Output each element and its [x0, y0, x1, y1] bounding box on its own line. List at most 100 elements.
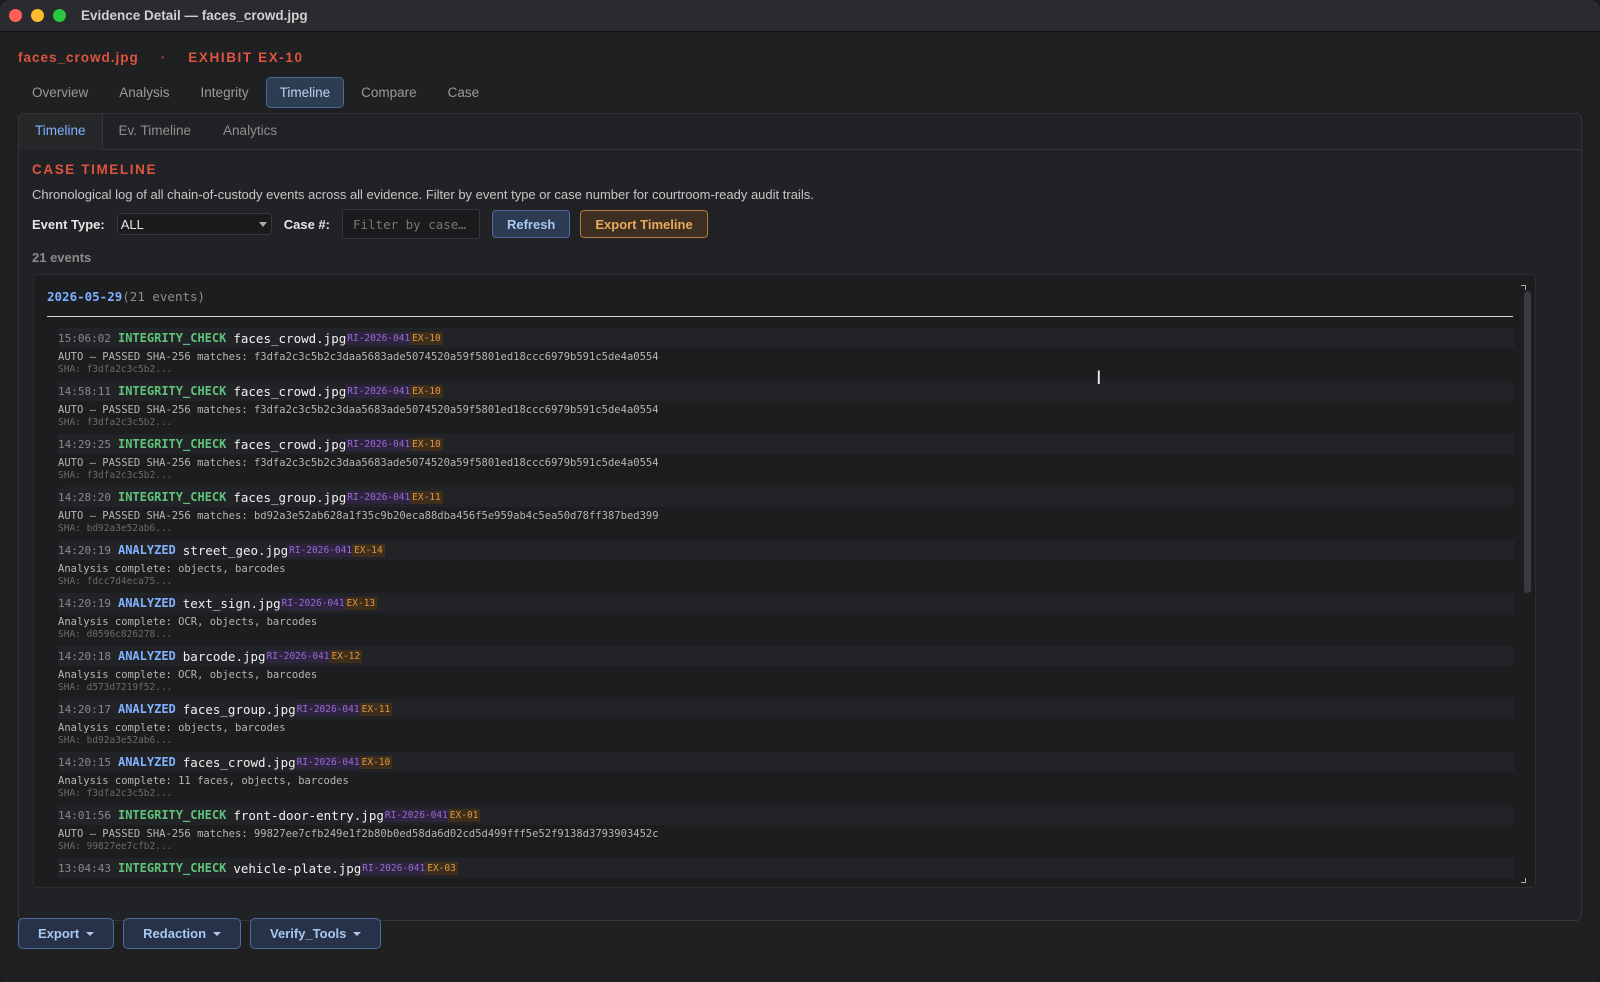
event-time: 14:01:56: [58, 808, 111, 822]
event-filename[interactable]: faces_crowd.jpg: [233, 437, 346, 452]
event-type: ANALYZED: [117, 649, 176, 663]
event-filename[interactable]: text_sign.jpg: [183, 596, 281, 611]
exhibit-badge: EX-12: [329, 649, 363, 663]
tab-analysis[interactable]: Analysis: [105, 77, 183, 108]
event-sha: SHA: fdcc7d4eca75...: [58, 576, 173, 587]
log-scrollbar[interactable]: [1524, 287, 1531, 877]
list-item[interactable]: 14:20:18 ANALYZED barcode.jpg RI-2026-041 EX…: [58, 646, 1514, 699]
exhibit-badge: EX-01: [447, 808, 481, 822]
event-sha: SHA: f3dfa2c3c5b2...: [58, 470, 173, 481]
event-detail: AUTO — PASSED SHA-256 matches: f3dfa2c3c…: [58, 351, 659, 363]
event-header: 14:58:11 INTEGRITY_CHECK faces_crowd.jpg RI…: [58, 381, 1514, 401]
list-item[interactable]: 14:01:56 INTEGRITY_CHECK front-door-entry.…: [58, 805, 1514, 858]
event-filename[interactable]: barcode.jpg: [183, 649, 266, 664]
subtab-analytics[interactable]: Analytics: [207, 114, 293, 150]
list-item[interactable]: 14:28:20 INTEGRITY_CHECK faces_group.jpg RI…: [58, 487, 1514, 540]
case-number-badge: RI-2026-041: [288, 543, 353, 557]
tab-integrity[interactable]: Integrity: [187, 77, 263, 108]
list-item[interactable]: 14:29:25 INTEGRITY_CHECK faces_crowd.jpg RI…: [58, 434, 1514, 487]
list-item[interactable]: 14:20:19 ANALYZED street_geo.jpg RI-2026-04…: [58, 540, 1514, 593]
timeline-panel: Timeline Ev. Timeline Analytics CASE TIMEL…: [18, 113, 1582, 921]
tab-timeline[interactable]: Timeline: [265, 77, 345, 108]
timeline-log[interactable]: 2026-05-29(21 events) 15:06:02 INTEGRITY_…: [33, 274, 1536, 888]
event-time: 14:58:11: [58, 384, 111, 398]
event-filename[interactable]: faces_group.jpg: [233, 490, 346, 505]
verify-tools-menu-label: Verify_Tools: [270, 926, 347, 941]
event-detail: Analysis complete: OCR, objects, barcode…: [58, 669, 318, 681]
list-item[interactable]: 14:20:15 ANALYZED faces_crowd.jpg RI-2026-0…: [58, 752, 1514, 805]
event-time: 14:20:19: [58, 596, 111, 610]
list-item[interactable]: 13:04:43 INTEGRITY_CHECK vehicle-plate.jpg…: [58, 858, 1514, 887]
event-detail: Analysis complete: 11 faces, objects, ba…: [58, 775, 349, 787]
minimize-window-button[interactable]: [31, 9, 44, 22]
event-detail: AUTO — PASSED SHA-256 matches: f3dfa2c3c…: [58, 457, 659, 469]
event-filename[interactable]: street_geo.jpg: [183, 543, 288, 558]
event-type: ANALYZED: [117, 702, 176, 716]
main-tabs: Overview Analysis Integrity Timeline Compare…: [18, 77, 496, 108]
event-sha: SHA: f3dfa2c3c5b2...: [58, 788, 173, 799]
event-filename[interactable]: faces_crowd.jpg: [233, 384, 346, 399]
case-filter-input[interactable]: Filter by case…: [341, 209, 480, 239]
event-time: 15:06:02: [58, 331, 111, 345]
event-filename[interactable]: faces_group.jpg: [183, 702, 296, 717]
event-type: INTEGRITY_CHECK: [117, 437, 227, 451]
event-time: 14:28:20: [58, 490, 111, 504]
case-number-label: Case #:: [283, 216, 330, 232]
event-sha: SHA: d573d7219f52...: [58, 682, 173, 693]
event-header: 14:29:25 INTEGRITY_CHECK faces_crowd.jpg RI…: [58, 434, 1514, 454]
event-detail: Analysis complete: objects, barcodes: [58, 563, 286, 575]
list-item[interactable]: 15:06:02 INTEGRITY_CHECK faces_crowd.jpg RI…: [58, 328, 1514, 381]
event-count: 21 events: [32, 250, 92, 265]
filter-bar: Event Type: ALL Case #: Filter by case… …: [32, 209, 718, 239]
day-date: 2026-05-29: [47, 289, 123, 304]
case-filter-placeholder: Filter by case…: [352, 217, 466, 232]
event-detail: Analysis complete: OCR, objects, barcode…: [58, 616, 318, 628]
close-window-button[interactable]: [9, 9, 22, 22]
exhibit-badge: EX-10: [410, 331, 443, 345]
refresh-button[interactable]: Refresh: [491, 210, 571, 238]
exhibit-badge: EX-11: [359, 702, 393, 716]
event-filename[interactable]: vehicle-plate.jpg: [233, 861, 361, 876]
exhibit-badge: EX-10: [410, 437, 443, 451]
export-timeline-button[interactable]: Export Timeline: [580, 210, 708, 238]
event-type: ANALYZED: [117, 596, 176, 610]
event-filename[interactable]: front-door-entry.jpg: [233, 808, 384, 823]
event-header: 14:28:20 INTEGRITY_CHECK faces_group.jpg RI…: [58, 487, 1514, 507]
redaction-menu-label: Redaction: [143, 926, 207, 941]
exhibit-badge: EX-10: [359, 755, 393, 769]
case-number-badge: RI-2026-041: [346, 331, 411, 345]
event-filename[interactable]: faces_crowd.jpg: [183, 755, 296, 770]
event-detail: AUTO — PASSED SHA-256 matches: 99827ee7c…: [58, 828, 659, 840]
event-header: 14:20:18 ANALYZED barcode.jpg RI-2026-041 EX…: [58, 646, 1514, 666]
bottom-toolbar: Export Redaction Verify_Tools: [18, 918, 382, 949]
event-header: 14:01:56 INTEGRITY_CHECK front-door-entry.…: [58, 805, 1514, 825]
section-title: CASE TIMELINE: [32, 162, 158, 177]
exhibit-badge: EX-14: [352, 543, 385, 557]
event-header: 14:20:19 ANALYZED text_sign.jpg RI-2026-041…: [58, 593, 1514, 613]
tab-compare[interactable]: Compare: [347, 77, 431, 108]
event-filename[interactable]: faces_crowd.jpg: [233, 331, 346, 346]
list-item[interactable]: 14:20:17 ANALYZED faces_group.jpg RI-2026-0…: [58, 699, 1514, 752]
chevron-down-icon: [258, 222, 267, 227]
verify-tools-menu-button[interactable]: Verify_Tools: [250, 918, 382, 949]
zoom-window-button[interactable]: [53, 9, 66, 22]
event-header: 14:20:17 ANALYZED faces_group.jpg RI-2026-0…: [58, 699, 1514, 719]
case-number-badge: RI-2026-041: [295, 755, 360, 769]
subtab-timeline[interactable]: Timeline: [19, 114, 103, 150]
list-item[interactable]: 14:20:19 ANALYZED text_sign.jpg RI-2026-041…: [58, 593, 1514, 646]
subtab-ev-timeline[interactable]: Ev. Timeline: [103, 114, 208, 150]
export-menu-button[interactable]: Export: [18, 918, 115, 949]
scrollbar-thumb[interactable]: [1524, 291, 1531, 593]
resize-corner-top-icon: [1521, 285, 1526, 290]
event-time: 14:20:15: [58, 755, 111, 769]
tab-case[interactable]: Case: [434, 77, 494, 108]
redaction-menu-button[interactable]: Redaction: [123, 918, 242, 949]
event-type: INTEGRITY_CHECK: [117, 384, 227, 398]
event-detail: Analysis complete: objects, barcodes: [58, 722, 286, 734]
resize-corner-bottom-icon[interactable]: [1521, 878, 1526, 883]
tab-overview[interactable]: Overview: [18, 77, 102, 108]
event-type-select[interactable]: ALL: [116, 213, 272, 235]
list-item[interactable]: 14:58:11 INTEGRITY_CHECK faces_crowd.jpg RI…: [58, 381, 1514, 434]
case-number-badge: RI-2026-041: [280, 596, 345, 610]
text-cursor-icon: I: [1096, 367, 1102, 389]
